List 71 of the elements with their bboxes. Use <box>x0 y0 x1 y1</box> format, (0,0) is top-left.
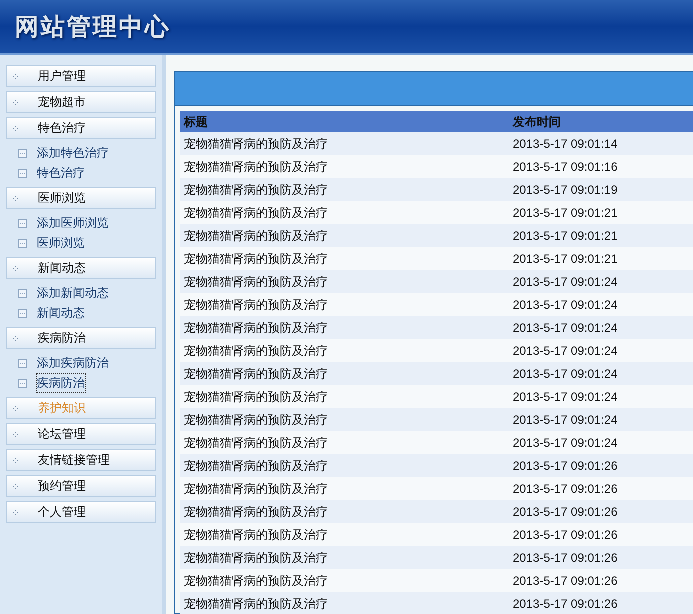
submenu-link[interactable]: 疾病防治 <box>37 374 85 392</box>
title-cell-text: 宠物猫猫肾病的预防及治疗 <box>183 136 329 152</box>
menu-group-button[interactable]: 医师浏览 <box>6 187 156 209</box>
title-cell-text: 宠物猫猫肾病的预防及治疗 <box>183 504 329 520</box>
column-header: 标题 <box>182 114 209 130</box>
title-cell-text: 宠物猫猫肾病的预防及治疗 <box>183 550 329 566</box>
submenu-link[interactable]: 添加新闻动态 <box>37 284 109 302</box>
date-cell-text: 2013-5-17 09:01:26 <box>513 458 618 474</box>
date-cell-text: 2013-5-17 09:01:26 <box>513 504 618 520</box>
title-cell-text: 宠物猫猫肾病的预防及治疗 <box>183 204 329 222</box>
date-cell-text: 2013-5-17 09:01:24 <box>513 388 618 406</box>
date-cell-text: 2013-5-17 09:01:26 <box>513 480 618 498</box>
date-cell-text: 2013-5-17 09:01:21 <box>513 204 618 222</box>
title-cell-text: 宠物猫猫肾病的预防及治疗 <box>183 572 329 590</box>
title-cell-text: 宠物猫猫肾病的预防及治疗 <box>183 274 329 290</box>
title-cell-text: 宠物猫猫肾病的预防及治疗 <box>183 182 329 198</box>
date-cell-text: 2013-5-17 09:01:21 <box>513 228 618 244</box>
square-icon <box>18 358 27 368</box>
square-icon <box>18 238 27 248</box>
title-cell-text: 宠物猫猫肾病的预防及治疗 <box>183 296 329 314</box>
menu-group-button[interactable]: 特色治疗 <box>6 117 156 139</box>
date-cell-text: 2013-5-17 09:01:24 <box>513 320 618 336</box>
menu-group-button[interactable]: 宠物超市 <box>6 91 156 113</box>
title-cell-text: 宠物猫猫肾病的预防及治疗 <box>183 526 329 544</box>
title-cell-text: 宠物猫猫肾病的预防及治疗 <box>183 412 329 428</box>
submenu-link[interactable]: 新闻动态 <box>37 304 85 322</box>
date-cell-text: 2013-5-17 09:01:26 <box>513 550 618 566</box>
square-icon <box>18 218 27 228</box>
title-cell-text: 宠物猫猫肾病的预防及治疗 <box>183 458 329 474</box>
menu-group-button[interactable]: 论坛管理 <box>6 423 156 445</box>
square-icon <box>18 378 27 388</box>
submenu-link[interactable]: 添加疾病防治 <box>37 354 109 372</box>
date-cell-text: 2013-5-17 09:01:19 <box>513 182 618 198</box>
site-title: 网站管理中心 <box>15 12 171 42</box>
menu-group-button[interactable]: 预约管理 <box>6 475 156 497</box>
title-cell-text: 宠物猫猫肾病的预防及治疗 <box>183 342 329 360</box>
date-cell-text: 2013-5-17 09:01:14 <box>513 136 618 152</box>
title-cell-text: 宠物猫猫肾病的预防及治疗 <box>183 158 329 176</box>
title-cell-text: 宠物猫猫肾病的预防及治疗 <box>183 434 329 452</box>
menu-group-button[interactable]: 用户管理 <box>6 65 156 87</box>
submenu-link[interactable]: 医师浏览 <box>37 234 85 252</box>
submenu-link[interactable]: 添加特色治疗 <box>37 144 109 162</box>
menu-group-button[interactable]: 疾病防治 <box>6 327 156 349</box>
date-cell-text: 2013-5-17 09:01:26 <box>513 526 618 544</box>
date-cell-text: 2013-5-17 09:01:26 <box>513 596 618 612</box>
date-cell-text: 2013-5-17 09:01:26 <box>513 572 618 590</box>
date-cell-text: 2013-5-17 09:01:24 <box>513 342 618 360</box>
square-icon <box>18 308 27 318</box>
date-cell-text: 2013-5-17 09:01:24 <box>513 366 618 382</box>
menu-group-button[interactable]: 友情链接管理 <box>6 449 156 471</box>
date-cell-text: 2013-5-17 09:01:24 <box>513 412 618 428</box>
date-cell-text: 2013-5-17 09:01:21 <box>513 250 618 268</box>
square-icon <box>18 168 27 178</box>
submenu-link[interactable]: 添加医师浏览 <box>37 214 109 232</box>
square-icon <box>18 288 27 298</box>
column-header: 发布时间 <box>513 114 561 130</box>
title-cell-text: 宠物猫猫肾病的预防及治疗 <box>183 250 329 268</box>
title-cell-text: 宠物猫猫肾病的预防及治疗 <box>183 388 329 406</box>
date-cell-text: 2013-5-17 09:01:16 <box>513 158 618 176</box>
title-cell-text: 宠物猫猫肾病的预防及治疗 <box>183 228 329 244</box>
title-cell-text: 宠物猫猫肾病的预防及治疗 <box>183 366 329 382</box>
date-cell-text: 2013-5-17 09:01:24 <box>513 434 618 452</box>
title-cell-text: 宠物猫猫肾病的预防及治疗 <box>183 480 329 498</box>
date-cell-text: 2013-5-17 09:01:24 <box>513 296 618 314</box>
title-cell-text: 宠物猫猫肾病的预防及治疗 <box>183 320 329 336</box>
title-cell-text: 宠物猫猫肾病的预防及治疗 <box>183 596 329 612</box>
square-icon <box>18 148 27 158</box>
menu-group-button[interactable]: 个人管理 <box>6 501 156 523</box>
date-cell-text: 2013-5-17 09:01:24 <box>513 274 618 290</box>
menu-group-button[interactable]: 新闻动态 <box>6 257 156 279</box>
submenu-link[interactable]: 特色治疗 <box>37 164 85 182</box>
